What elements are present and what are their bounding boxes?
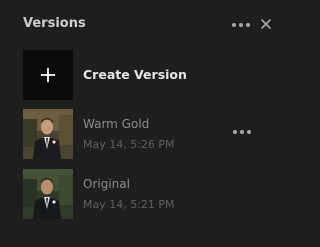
create-version-button[interactable]: Create Version xyxy=(23,50,273,100)
versions-panel: Versions Create Version Warm Gold May 14… xyxy=(0,0,291,247)
version-thumbnail xyxy=(23,109,73,159)
panel-title: Versions xyxy=(23,16,86,31)
plus-icon xyxy=(40,67,56,83)
close-icon[interactable] xyxy=(258,16,274,32)
dot xyxy=(233,130,237,134)
version-item[interactable]: Original May 14, 5:21 PM xyxy=(23,169,273,219)
create-version-label: Create Version xyxy=(83,67,187,82)
create-tile xyxy=(23,50,73,100)
version-timestamp: May 14, 5:26 PM xyxy=(83,138,175,151)
version-timestamp: May 14, 5:21 PM xyxy=(83,198,175,211)
dot xyxy=(240,130,244,134)
more-options-icon[interactable] xyxy=(233,129,251,135)
more-options-icon[interactable] xyxy=(232,22,250,28)
version-name: Original xyxy=(83,177,130,191)
dot xyxy=(232,23,236,27)
version-item[interactable]: Warm Gold May 14, 5:26 PM xyxy=(23,109,273,159)
dot xyxy=(246,23,250,27)
dot xyxy=(247,130,251,134)
version-name: Warm Gold xyxy=(83,117,150,131)
dot xyxy=(239,23,243,27)
version-thumbnail xyxy=(23,169,73,219)
